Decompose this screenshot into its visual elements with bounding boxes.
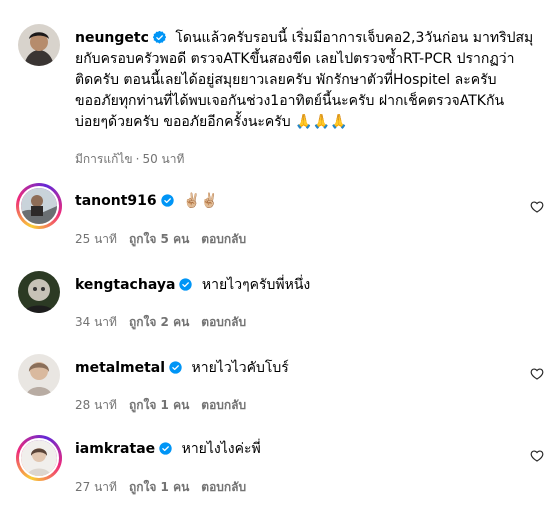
comment-likes[interactable]: ถูกใจ 5 คน bbox=[129, 232, 189, 246]
comment-meta: 28 นาที ถูกใจ 1 คน ตอบกลับ bbox=[75, 396, 258, 415]
post-caption-line: ติดครับ ตอนนี้เลยได้อยู่สมุยยาวเลยครับ พ… bbox=[75, 72, 497, 88]
post-caption-line: ขออภัยทุกท่านที่ได้พบเจอกันช่วง1อาทิตย์น… bbox=[75, 93, 505, 109]
comment-item: iamkratae หายไงไงค่ะพี่ 27 นาที ถูกใจ 1 ค… bbox=[0, 432, 558, 507]
commenter-username[interactable]: iamkratae bbox=[75, 441, 155, 457]
comment-item: kengtachaya หายไวๆครับพี่หนึ่ง 34 นาที ถู… bbox=[0, 268, 558, 338]
comment-text: หายไวๆครับพี่หนึ่ง bbox=[201, 277, 311, 293]
reply-button[interactable]: ตอบกลับ bbox=[201, 398, 246, 412]
heart-outline-icon[interactable] bbox=[530, 200, 544, 214]
post-caption-line: บ่อยๆด้วยครับ ขออภัยอีกครั้งนะครับ 🙏🙏🙏 bbox=[75, 114, 348, 130]
avatar-image bbox=[21, 188, 57, 224]
reply-button[interactable]: ตอบกลับ bbox=[201, 232, 246, 246]
avatar-image bbox=[18, 354, 60, 396]
commenter-avatar[interactable] bbox=[16, 435, 62, 481]
commenter-username[interactable]: tanont916 bbox=[75, 193, 157, 209]
meta-separator: · bbox=[135, 152, 140, 166]
comment-timestamp[interactable]: 34 นาที bbox=[75, 315, 117, 329]
verified-badge-icon bbox=[169, 361, 182, 374]
verified-badge-icon bbox=[152, 31, 166, 44]
post-author-username[interactable]: neungetc bbox=[75, 30, 149, 46]
commenter-avatar[interactable] bbox=[18, 354, 60, 396]
comment-item: tanont916 ✌🏼✌🏼 25 นาที ถูกใจ 5 คน ตอบกลับ bbox=[0, 180, 558, 250]
comment-timestamp[interactable]: 25 นาที bbox=[75, 232, 117, 246]
edited-label: มีการแก้ไข bbox=[75, 152, 133, 166]
commenter-username[interactable]: kengtachaya bbox=[75, 277, 175, 293]
post-caption-line: โดนแล้วครับรอบนี้ เริ่มมีอาการเจ็บคอ2,3ว… bbox=[175, 30, 534, 46]
post-timestamp[interactable]: 50 นาที bbox=[142, 152, 184, 166]
reply-button[interactable]: ตอบกลับ bbox=[201, 315, 246, 329]
comment-text: ✌🏼✌🏼 bbox=[183, 193, 218, 209]
comment-timestamp[interactable]: 28 นาที bbox=[75, 398, 117, 412]
comment-meta: 34 นาที ถูกใจ 2 คน ตอบกลับ bbox=[75, 313, 258, 332]
comment-timestamp[interactable]: 27 นาที bbox=[75, 480, 117, 494]
heart-outline-icon[interactable] bbox=[530, 367, 544, 381]
commenter-avatar[interactable] bbox=[16, 183, 62, 229]
verified-badge-icon bbox=[179, 278, 193, 291]
comment-text: หายไงไงค่ะพี่ bbox=[181, 441, 261, 457]
post-caption-line: ยกับครอบครัวพอดี ตรวจATKขึ้นสองขีด เลยไป… bbox=[75, 51, 515, 67]
verified-badge-icon bbox=[159, 442, 172, 455]
post-author-avatar[interactable] bbox=[18, 24, 60, 66]
comment-text: หายไวไวคับโบร์ bbox=[191, 360, 289, 376]
comment-likes[interactable]: ถูกใจ 1 คน bbox=[129, 398, 189, 412]
post-caption: neungetc โดนแล้วครับรอบนี้ เริ่มมีอาการเ… bbox=[0, 0, 558, 170]
comment-item: metalmetal หายไวไวคับโบร์ 28 นาที ถูกใจ 1… bbox=[0, 354, 558, 424]
avatar-image bbox=[21, 440, 57, 476]
comment-likes[interactable]: ถูกใจ 2 คน bbox=[129, 315, 189, 329]
commenter-avatar[interactable] bbox=[18, 271, 60, 313]
avatar-image bbox=[18, 271, 60, 313]
comment-meta: 25 นาที ถูกใจ 5 คน ตอบกลับ bbox=[75, 230, 258, 249]
comment-meta: 27 นาที ถูกใจ 1 คน ตอบกลับ bbox=[75, 478, 258, 497]
commenter-username[interactable]: metalmetal bbox=[75, 360, 165, 376]
heart-outline-icon[interactable] bbox=[530, 449, 544, 463]
post-meta: มีการแก้ไข · 50 นาที bbox=[75, 150, 196, 169]
avatar-image bbox=[18, 24, 60, 66]
verified-badge-icon bbox=[160, 194, 174, 207]
comment-likes[interactable]: ถูกใจ 1 คน bbox=[129, 480, 189, 494]
reply-button[interactable]: ตอบกลับ bbox=[201, 480, 246, 494]
